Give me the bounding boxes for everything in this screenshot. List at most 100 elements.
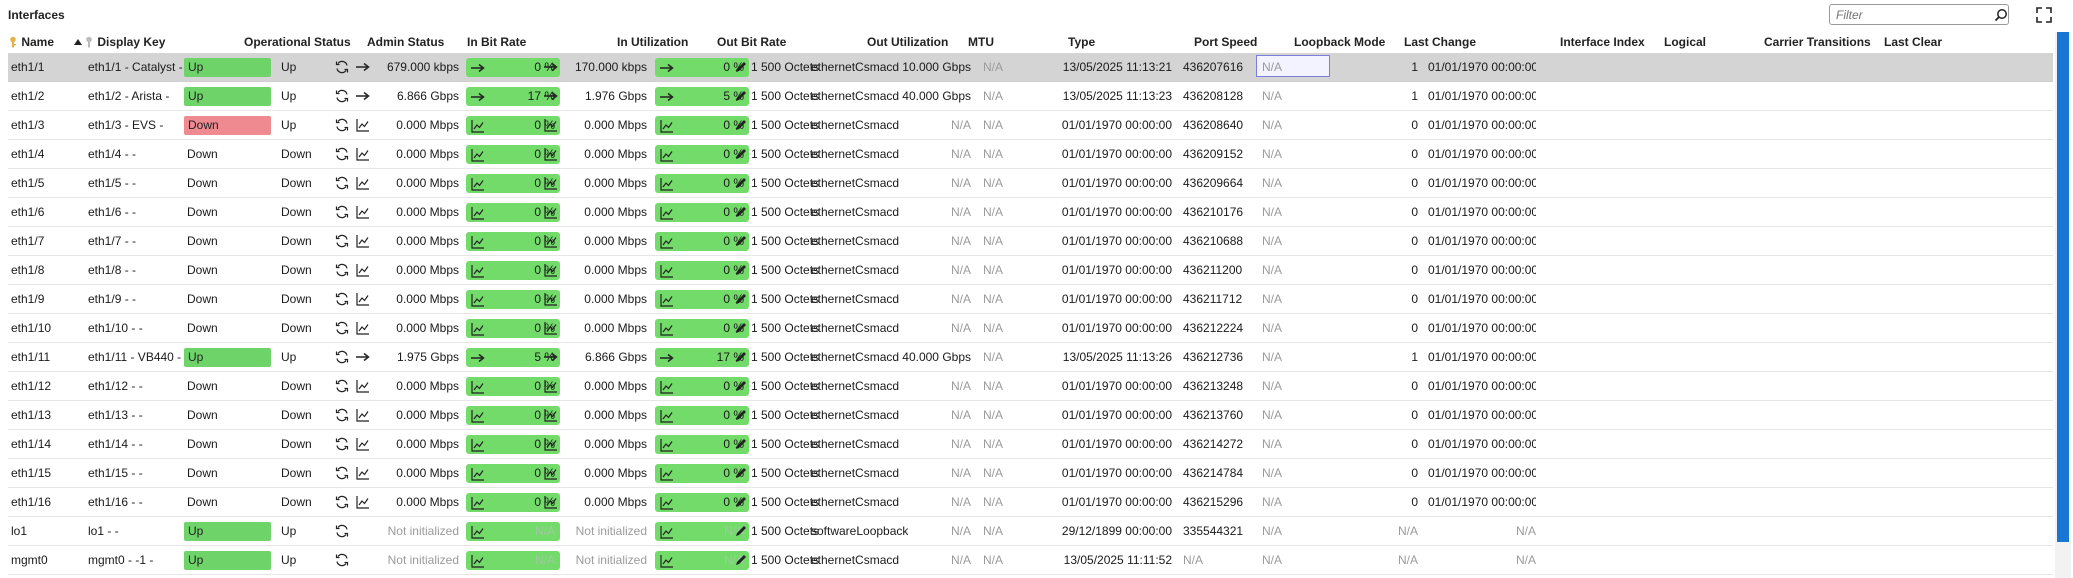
arrow-right-icon[interactable] xyxy=(543,349,559,365)
chart-icon[interactable] xyxy=(355,117,371,133)
table-row[interactable]: eth1/2 eth1/2 - Arista - Up Up 6.866 Gbp… xyxy=(8,82,2053,111)
chart-icon[interactable] xyxy=(355,436,371,452)
column-header-in-util[interactable]: In Utilization xyxy=(617,35,688,49)
chart-icon[interactable] xyxy=(355,262,371,278)
pencil-icon[interactable] xyxy=(734,495,750,511)
column-header-out-util[interactable]: Out Utilization xyxy=(867,35,948,49)
chart-icon[interactable] xyxy=(543,494,559,510)
column-header-mtu[interactable]: MTU xyxy=(968,35,994,49)
table-row[interactable]: eth1/9 eth1/9 - - Down Down 0.000 Mbps 0… xyxy=(8,285,2053,314)
refresh-icon[interactable] xyxy=(334,175,350,191)
refresh-icon[interactable] xyxy=(334,88,350,104)
arrow-right-icon[interactable] xyxy=(355,349,371,365)
refresh-icon[interactable] xyxy=(334,320,350,336)
table-row[interactable]: eth1/6 eth1/6 - - Down Down 0.000 Mbps 0… xyxy=(8,198,2053,227)
fullscreen-icon[interactable] xyxy=(2035,6,2055,26)
chart-icon[interactable] xyxy=(543,436,559,452)
refresh-icon[interactable] xyxy=(334,378,350,394)
refresh-icon[interactable] xyxy=(334,233,350,249)
column-header-logical[interactable]: Logical xyxy=(1664,35,1706,49)
refresh-icon[interactable] xyxy=(334,407,350,423)
pencil-icon[interactable] xyxy=(734,321,750,337)
arrow-right-icon[interactable] xyxy=(355,59,371,75)
refresh-icon[interactable] xyxy=(334,262,350,278)
pencil-icon[interactable] xyxy=(734,89,750,105)
sort-ascending-icon[interactable] xyxy=(74,35,82,49)
refresh-icon[interactable] xyxy=(334,523,350,539)
column-header-type[interactable]: Type xyxy=(1068,35,1095,49)
table-row[interactable]: eth1/8 eth1/8 - - Down Down 0.000 Mbps 0… xyxy=(8,256,2053,285)
filter-box[interactable] xyxy=(1829,4,2009,25)
chart-icon[interactable] xyxy=(355,233,371,249)
column-header-name[interactable]: Name xyxy=(8,35,54,49)
column-header-display-key[interactable]: Display Key xyxy=(84,35,165,49)
arrow-right-icon[interactable] xyxy=(543,59,559,75)
chart-icon[interactable] xyxy=(355,291,371,307)
column-header-last-change[interactable]: Last Change xyxy=(1404,35,1476,49)
table-row[interactable]: eth1/10 eth1/10 - - Down Down 0.000 Mbps… xyxy=(8,314,2053,343)
column-header-carrier[interactable]: Carrier Transitions xyxy=(1764,35,1871,49)
pencil-icon[interactable] xyxy=(734,466,750,482)
pencil-icon[interactable] xyxy=(734,176,750,192)
column-header-oper-status[interactable]: Operational Status xyxy=(244,35,351,49)
column-header-last-clear[interactable]: Last Clear xyxy=(1884,35,1942,49)
table-row[interactable]: eth1/16 eth1/16 - - Down Down 0.000 Mbps… xyxy=(8,488,2053,517)
pencil-icon[interactable] xyxy=(734,524,750,540)
table-row[interactable]: eth1/4 eth1/4 - - Down Down 0.000 Mbps 0… xyxy=(8,140,2053,169)
refresh-icon[interactable] xyxy=(334,436,350,452)
pencil-icon[interactable] xyxy=(734,408,750,424)
chart-icon[interactable] xyxy=(543,465,559,481)
chart-icon[interactable] xyxy=(543,407,559,423)
table-row[interactable]: eth1/12 eth1/12 - - Down Down 0.000 Mbps… xyxy=(8,372,2053,401)
table-row[interactable]: eth1/5 eth1/5 - - Down Down 0.000 Mbps 0… xyxy=(8,169,2053,198)
filter-input[interactable] xyxy=(1830,6,1993,23)
refresh-icon[interactable] xyxy=(334,349,350,365)
column-header-admin-status[interactable]: Admin Status xyxy=(367,35,444,49)
chart-icon[interactable] xyxy=(355,494,371,510)
chart-icon[interactable] xyxy=(543,233,559,249)
chart-icon[interactable] xyxy=(355,407,371,423)
chart-icon[interactable] xyxy=(543,146,559,162)
pencil-icon[interactable] xyxy=(734,205,750,221)
column-header-loopback[interactable]: Loopback Mode xyxy=(1294,35,1385,49)
table-row[interactable]: eth1/7 eth1/7 - - Down Down 0.000 Mbps 0… xyxy=(8,227,2053,256)
pencil-icon[interactable] xyxy=(734,118,750,134)
pencil-icon[interactable] xyxy=(734,263,750,279)
table-row[interactable]: eth1/3 eth1/3 - EVS - Down Up 0.000 Mbps… xyxy=(8,111,2053,140)
column-header-in-bit-rate[interactable]: In Bit Rate xyxy=(467,35,526,49)
chart-icon[interactable] xyxy=(543,204,559,220)
arrow-right-icon[interactable] xyxy=(355,88,371,104)
column-header-port-speed[interactable]: Port Speed xyxy=(1194,35,1257,49)
table-row[interactable]: mgmt0 mgmt0 - -1 - Up Up Not initialized… xyxy=(8,546,2053,575)
chart-icon[interactable] xyxy=(543,262,559,278)
pencil-icon[interactable] xyxy=(734,292,750,308)
refresh-icon[interactable] xyxy=(334,552,350,568)
pencil-icon[interactable] xyxy=(734,350,750,366)
chart-icon[interactable] xyxy=(355,320,371,336)
refresh-icon[interactable] xyxy=(334,59,350,75)
table-row[interactable]: eth1/13 eth1/13 - - Down Down 0.000 Mbps… xyxy=(8,401,2053,430)
refresh-icon[interactable] xyxy=(334,291,350,307)
chart-icon[interactable] xyxy=(543,320,559,336)
pencil-icon[interactable] xyxy=(734,234,750,250)
chart-icon[interactable] xyxy=(543,378,559,394)
table-row[interactable]: eth1/14 eth1/14 - - Down Down 0.000 Mbps… xyxy=(8,430,2053,459)
chart-icon[interactable] xyxy=(355,175,371,191)
pencil-icon[interactable] xyxy=(734,379,750,395)
chart-icon[interactable] xyxy=(355,465,371,481)
refresh-icon[interactable] xyxy=(334,494,350,510)
refresh-icon[interactable] xyxy=(334,204,350,220)
table-row[interactable]: eth1/15 eth1/15 - - Down Down 0.000 Mbps… xyxy=(8,459,2053,488)
scrollbar-thumb[interactable] xyxy=(2057,32,2069,542)
chart-icon[interactable] xyxy=(355,146,371,162)
table-row[interactable]: eth1/1 eth1/1 - Catalyst - Up Up 679.000… xyxy=(8,53,2053,82)
pencil-icon[interactable] xyxy=(734,553,750,569)
arrow-right-icon[interactable] xyxy=(543,88,559,104)
table-row[interactable]: eth1/11 eth1/11 - VB440 - Up Up 1.975 Gb… xyxy=(8,343,2053,372)
refresh-icon[interactable] xyxy=(334,465,350,481)
refresh-icon[interactable] xyxy=(334,146,350,162)
refresh-icon[interactable] xyxy=(334,117,350,133)
pencil-icon[interactable] xyxy=(734,147,750,163)
column-header-out-bit-rate[interactable]: Out Bit Rate xyxy=(717,35,786,49)
column-header-if-index[interactable]: Interface Index xyxy=(1560,35,1645,49)
